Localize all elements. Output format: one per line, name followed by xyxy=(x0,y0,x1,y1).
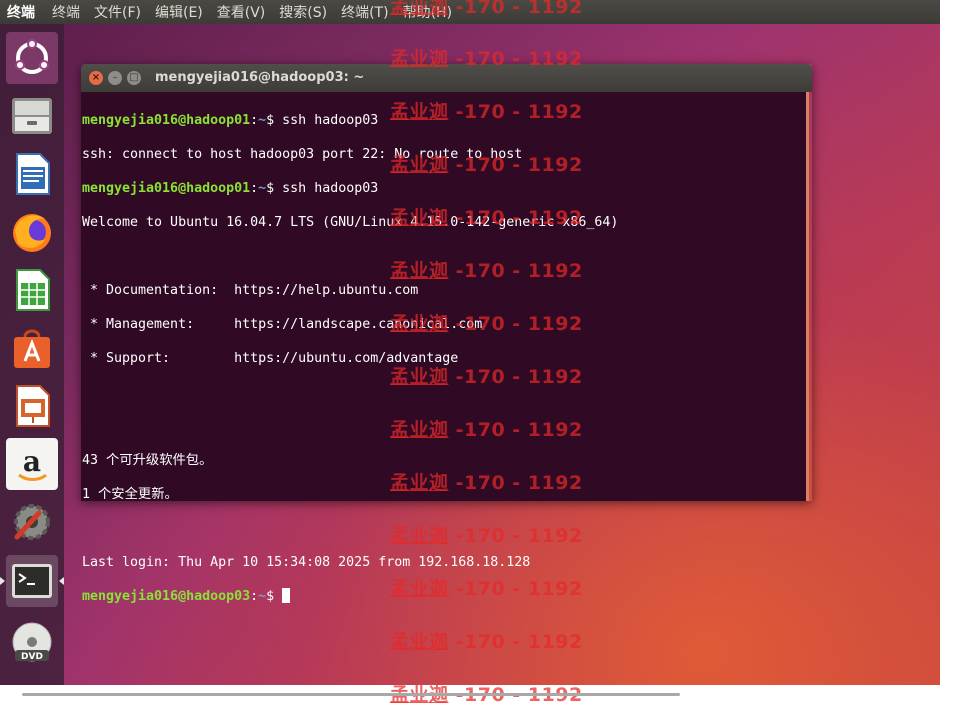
ubuntu-dash-icon xyxy=(15,39,49,74)
horizontal-scrollbar[interactable] xyxy=(22,693,680,696)
menu-terminal-t[interactable]: 终端(T) xyxy=(336,2,393,22)
svg-text:DVD: DVD xyxy=(21,652,43,662)
watermark-text: 孟业迦 -170 - 1192 xyxy=(390,419,583,441)
prompt-path: ~ xyxy=(258,589,267,604)
watermark-text: 孟业迦 -170 - 1192 xyxy=(390,0,583,18)
system-settings-icon xyxy=(14,504,50,540)
running-indicator-left xyxy=(0,577,5,585)
prompt-user-host: mengyejia016@hadoop03 xyxy=(82,589,251,604)
window-minimize-button[interactable]: – xyxy=(108,71,122,85)
command-text: ssh hadoop03 xyxy=(282,113,379,128)
terminal-icon xyxy=(12,564,52,598)
watermark-text: 孟业迦 -170 - 1192 xyxy=(390,260,583,282)
launcher-impress[interactable] xyxy=(6,380,58,432)
prompt-path: ~ xyxy=(258,181,267,196)
launcher-writer[interactable] xyxy=(6,148,58,200)
software-center-icon xyxy=(14,329,50,368)
prompt-user-host: mengyejia016@hadoop01 xyxy=(82,181,251,196)
launcher-dash[interactable] xyxy=(6,32,58,84)
active-app-name: 终端 xyxy=(7,5,35,21)
unity-launcher: a DVD xyxy=(0,24,64,685)
prompt-user-host: mengyejia016@hadoop01 xyxy=(82,113,251,128)
menu-view[interactable]: 查看(V) xyxy=(212,2,271,22)
terminal-line-3: mengyejia016@hadoop01:~$ ssh hadoop03 xyxy=(82,181,379,196)
menu-search[interactable]: 搜索(S) xyxy=(274,2,332,22)
terminal-line-documentation: * Documentation: https://help.ubuntu.com xyxy=(82,283,419,298)
menu-file[interactable]: 文件(F) xyxy=(89,2,146,22)
files-icon xyxy=(12,98,52,134)
prompt-path: ~ xyxy=(258,113,267,128)
launcher-calc[interactable] xyxy=(6,264,58,316)
amazon-icon: a xyxy=(18,445,47,481)
launcher-dvd[interactable]: DVD xyxy=(6,617,58,669)
firefox-icon xyxy=(13,214,51,252)
focus-indicator-right xyxy=(59,577,64,585)
watermark-text: 孟业迦 -170 - 1192 xyxy=(390,525,583,547)
watermark-text: 孟业迦 -170 - 1192 xyxy=(390,578,583,600)
watermark-text: 孟业迦 -170 - 1192 xyxy=(390,366,583,388)
window-title: mengyejia016@hadoop03: ~ xyxy=(155,70,365,85)
libreoffice-calc-icon xyxy=(16,269,50,311)
launcher-amazon[interactable]: a xyxy=(6,438,58,490)
libreoffice-writer-icon xyxy=(16,153,50,195)
svg-text:a: a xyxy=(23,445,41,478)
watermark-text: 孟业迦 -170 - 1192 xyxy=(390,101,583,123)
window-close-button[interactable]: × xyxy=(89,71,103,85)
terminal-cursor xyxy=(282,588,291,603)
launcher-terminal[interactable] xyxy=(6,555,58,607)
libreoffice-impress-icon xyxy=(16,385,50,427)
menu-edit[interactable]: 编辑(E) xyxy=(150,2,208,22)
command-text: ssh hadoop03 xyxy=(282,181,379,196)
menu-terminal[interactable]: 终端 xyxy=(47,2,85,22)
watermark-text: 孟业迦 -170 - 1192 xyxy=(390,631,583,653)
terminal-line-last-login: Last login: Thu Apr 10 15:34:08 2025 fro… xyxy=(82,555,531,570)
terminal-line-upgrades: 43 个可升级软件包。 xyxy=(82,453,213,468)
watermark-text: 孟业迦 -170 - 1192 xyxy=(390,154,583,176)
window-maximize-button[interactable]: □ xyxy=(127,71,141,85)
launcher-firefox[interactable] xyxy=(6,206,58,258)
dvd-icon: DVD xyxy=(12,622,52,662)
launcher-software-center[interactable] xyxy=(6,322,58,374)
watermark-text: 孟业迦 -170 - 1192 xyxy=(390,472,583,494)
launcher-system-settings[interactable] xyxy=(6,496,58,548)
launcher-files[interactable] xyxy=(6,90,58,142)
watermark-text: 孟业迦 -170 - 1192 xyxy=(390,48,583,70)
watermark-text: 孟业迦 -170 - 1192 xyxy=(390,313,583,335)
watermark-text: 孟业迦 -170 - 1192 xyxy=(390,207,583,229)
